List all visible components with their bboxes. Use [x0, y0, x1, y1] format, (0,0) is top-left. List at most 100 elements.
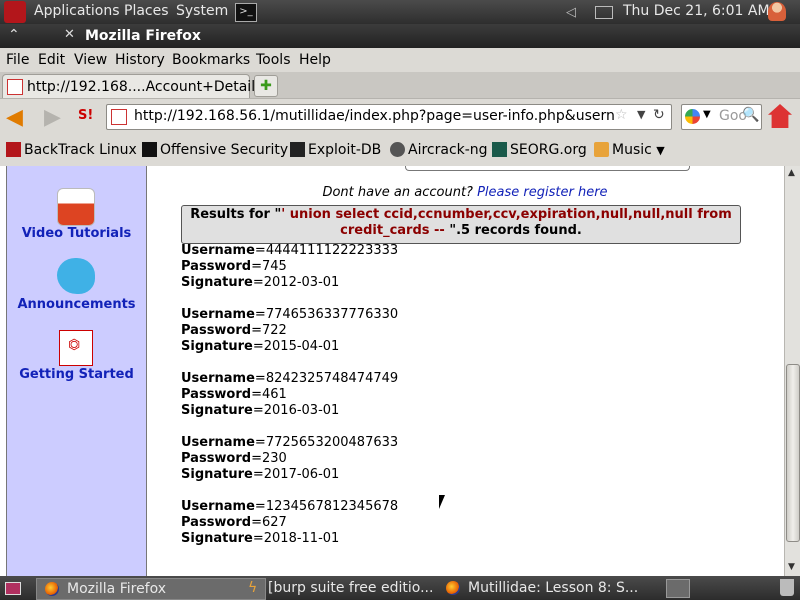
username-value: 7725653200487633	[265, 435, 399, 450]
site-identity-icon[interactable]	[111, 109, 127, 125]
trash-icon[interactable]	[780, 579, 794, 596]
offsec-icon	[142, 142, 157, 157]
url-text[interactable]: http://192.168.56.1/mutillidae/index.php…	[134, 108, 614, 124]
username-label: Username	[181, 371, 255, 386]
username-label: Username	[181, 307, 255, 322]
tab-active[interactable]: http://192.168....Account+Details	[2, 74, 262, 99]
password-label: Password	[181, 259, 252, 274]
username-label: Username	[181, 499, 255, 514]
bookmark-offensive-security[interactable]: Offensive Security	[142, 142, 288, 158]
sidebar-link-announcements[interactable]: Announcements	[7, 297, 146, 312]
clock[interactable]: Thu Dec 21, 6:01 AM	[623, 3, 770, 19]
signature-label: Signature	[181, 531, 253, 546]
applications-menu[interactable]: Applications	[34, 3, 120, 19]
password-value: 745	[262, 259, 287, 274]
search-bar[interactable]: ▼ Goo 🔍	[681, 104, 762, 130]
menu-edit[interactable]: Edit	[38, 52, 65, 68]
signature-value: 2015-04-01	[263, 339, 340, 354]
record-3: Username=8242325748474749 Password=461 S…	[181, 371, 399, 418]
volume-icon[interactable]: ◁	[566, 5, 576, 20]
password-value: 230	[262, 451, 287, 466]
bottom-taskbar: Mozilla Firefox ϟ [burp suite free editio…	[0, 576, 800, 600]
reload-icon[interactable]: ↻	[653, 107, 665, 123]
forward-arrow-icon[interactable]: ▶	[44, 105, 61, 130]
tab-title: http://192.168....Account+Details	[27, 79, 263, 95]
stumble-icon[interactable]: S!	[78, 108, 93, 123]
task-label: Mozilla Firefox	[67, 581, 167, 597]
scrollbar-thumb[interactable]	[786, 364, 800, 542]
signature-value: 2018-11-01	[263, 531, 340, 546]
tab-strip: http://192.168....Account+Details ✚	[0, 72, 800, 99]
password-label: Password	[181, 451, 252, 466]
menu-tools[interactable]: Tools	[256, 52, 291, 68]
google-engine-icon[interactable]	[685, 109, 700, 124]
register-prompt: Dont have an account?	[322, 185, 473, 200]
mouse-cursor-icon	[439, 495, 451, 509]
task-firefox[interactable]: Mozilla Firefox	[36, 578, 266, 600]
menu-history[interactable]: History	[115, 52, 165, 68]
twitter-bird-icon[interactable]	[57, 258, 95, 294]
record-1: Username=4444111122223333 Password=745 S…	[181, 243, 399, 290]
chevron-down-icon: ▼	[656, 144, 665, 157]
menu-help[interactable]: Help	[299, 52, 331, 68]
task-mutillidae[interactable]: Mutillidae: Lesson 8: S...	[438, 578, 668, 598]
record-4: Username=7725653200487633 Password=230 S…	[181, 435, 399, 482]
bookmark-exploit-db[interactable]: Exploit-DB	[290, 142, 381, 158]
engine-dropdown-icon[interactable]: ▼	[703, 109, 711, 120]
sidebar-link-video-tutorials[interactable]: Video Tutorials	[7, 226, 146, 241]
top-panel: Applications Places System >_ ◁ Thu Dec …	[0, 0, 800, 24]
bookmark-label: SEORG.org	[510, 142, 587, 158]
back-arrow-icon[interactable]: ◀	[6, 105, 23, 130]
window-close-icon[interactable]: ✕	[64, 27, 75, 42]
terminal-icon[interactable]: >_	[235, 3, 257, 22]
collapse-icon[interactable]: ⌃	[8, 27, 20, 43]
workspace-firefox-icon[interactable]	[666, 579, 690, 598]
seorg-icon	[492, 142, 507, 157]
username-value: 1234567812345678	[265, 499, 399, 514]
signature-label: Signature	[181, 339, 253, 354]
results-banner: Results for "' union select ccid,ccnumbe…	[181, 205, 741, 244]
bookmark-seorg[interactable]: SEORG.org	[492, 142, 587, 158]
pdf-icon[interactable]: ⏣	[59, 330, 93, 366]
password-value: 627	[262, 515, 287, 530]
bookmark-star-icon[interactable]: ☆	[615, 107, 628, 123]
bookmark-label: Offensive Security	[160, 142, 289, 158]
places-menu[interactable]: Places	[124, 3, 169, 19]
mail-icon[interactable]	[595, 6, 613, 19]
show-desktop-icon[interactable]	[5, 582, 21, 595]
folder-icon	[594, 142, 609, 157]
register-link[interactable]: Please register here	[477, 185, 607, 200]
backtrack-icon	[6, 142, 21, 157]
search-icon[interactable]: 🔍	[742, 107, 759, 123]
bookmark-label: Exploit-DB	[308, 142, 382, 158]
scroll-down-arrow-icon[interactable]: ▼	[788, 562, 795, 572]
bookmark-folder-music[interactable]: Music ▼	[594, 142, 665, 158]
url-bar[interactable]: http://192.168.56.1/mutillidae/index.php…	[106, 104, 672, 130]
register-line: Dont have an account? Please register he…	[146, 185, 784, 200]
url-dropdown-icon[interactable]: ▼	[637, 108, 645, 121]
bookmark-backtrack[interactable]: BackTrack Linux	[6, 142, 137, 158]
task-burp[interactable]: ϟ [burp suite free editio...	[238, 578, 462, 598]
record-2: Username=7746536337776330 Password=722 S…	[181, 307, 399, 354]
results-prefix: Results for "	[190, 207, 282, 222]
youtube-icon[interactable]	[57, 188, 95, 226]
bookmark-aircrack[interactable]: Aircrack-ng	[390, 142, 488, 158]
task-label: [burp suite free editio...	[268, 580, 434, 596]
sidebar: Video Tutorials Announcements ⏣ Getting …	[6, 166, 147, 576]
backtrack-logo-icon[interactable]	[4, 1, 26, 23]
menu-view[interactable]: View	[74, 52, 107, 68]
sidebar-link-getting-started[interactable]: Getting Started	[7, 367, 146, 382]
menubar: File Edit View History Bookmarks Tools H…	[0, 48, 800, 72]
username-label: Username	[181, 243, 255, 258]
user-icon[interactable]	[768, 2, 786, 21]
password-value: 722	[262, 323, 287, 338]
signature-label: Signature	[181, 467, 253, 482]
new-tab-icon[interactable]: ✚	[254, 75, 278, 97]
record-5: Username=1234567812345678 Password=627 S…	[181, 499, 399, 546]
menu-bookmarks[interactable]: Bookmarks	[172, 52, 250, 68]
scroll-up-arrow-icon[interactable]: ▲	[788, 168, 795, 178]
page-content: Video Tutorials Announcements ⏣ Getting …	[0, 166, 800, 576]
system-menu[interactable]: System	[176, 3, 228, 19]
menu-file[interactable]: File	[6, 52, 29, 68]
exploit-db-icon	[290, 142, 305, 157]
